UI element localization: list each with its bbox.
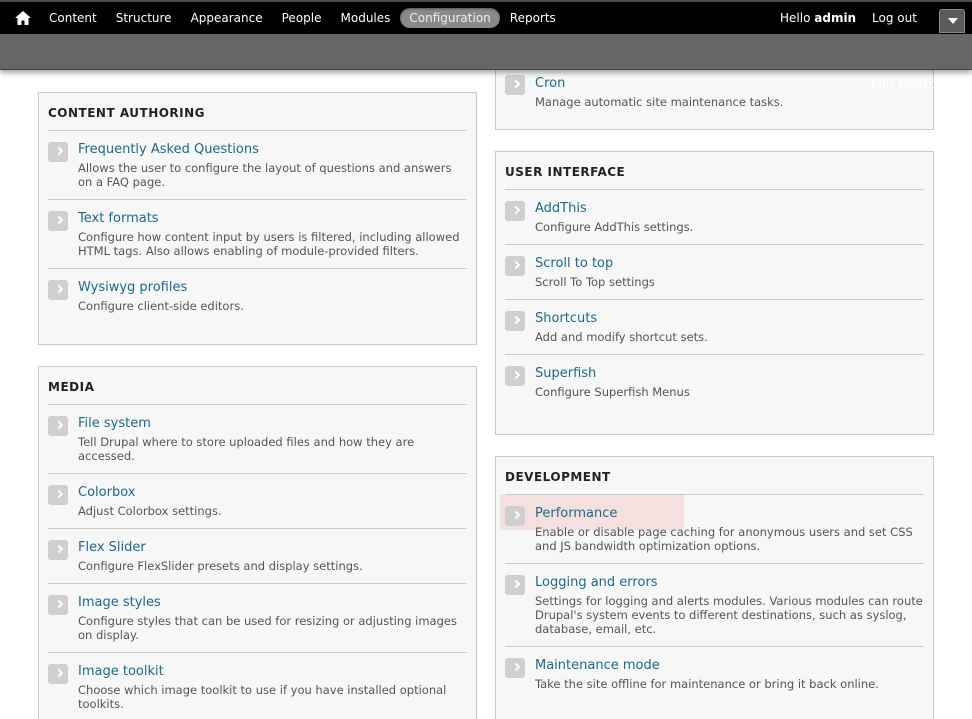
item-description: Configure FlexSlider presets and display…	[78, 559, 363, 573]
arrow-right-icon[interactable]	[505, 506, 525, 526]
arrow-right-icon[interactable]	[48, 664, 68, 684]
panel-title: USER INTERFACE	[505, 164, 924, 190]
hello-text: Hello admin	[780, 11, 856, 25]
panel-title: CONTENT AUTHORING	[48, 105, 467, 131]
logout-link[interactable]: Log out	[872, 11, 917, 25]
menu-reports[interactable]: Reports	[501, 8, 565, 28]
arrow-right-icon[interactable]	[48, 142, 68, 162]
list-item: Logging and errors Settings for logging …	[505, 564, 924, 647]
item-description: Scroll To Top settings	[535, 275, 655, 289]
item-description: Adjust Colorbox settings.	[78, 504, 222, 518]
toolbar-menu: Content Structure Appearance People Modu…	[40, 2, 566, 34]
arrow-right-icon[interactable]	[505, 658, 525, 678]
arrow-right-icon[interactable]	[48, 595, 68, 615]
item-description: Configure how content input by users is …	[78, 230, 460, 258]
item-link-maintenance-mode[interactable]: Maintenance mode	[535, 658, 924, 674]
arrow-right-icon[interactable]	[48, 540, 68, 560]
arrow-right-icon[interactable]	[505, 256, 525, 276]
item-link-scroll-to-top[interactable]: Scroll to top	[535, 256, 924, 272]
home-icon[interactable]	[14, 10, 32, 26]
item-description: Settings for logging and alerts modules.…	[535, 594, 923, 636]
shortcuts-bar: Add content Find content Edit shortcuts	[0, 34, 972, 91]
item-link-image-toolkit[interactable]: Image toolkit	[78, 664, 467, 680]
list-item: File system Tell Drupal where to store u…	[48, 405, 467, 474]
item-link-shortcuts[interactable]: Shortcuts	[535, 311, 924, 327]
item-link-logging-and-errors[interactable]: Logging and errors	[535, 575, 924, 591]
item-description: Configure AddThis settings.	[535, 220, 694, 234]
list-item: Cron Manage automatic site maintenance t…	[505, 70, 924, 119]
panel-title: DEVELOPMENT	[505, 469, 924, 495]
arrow-right-icon[interactable]	[48, 485, 68, 505]
item-description: Take the site offline for maintenance or…	[535, 677, 879, 691]
arrow-right-icon[interactable]	[505, 575, 525, 595]
menu-structure[interactable]: Structure	[107, 8, 181, 28]
menu-configuration[interactable]: Configuration	[400, 8, 500, 28]
item-description: Configure styles that can be used for re…	[78, 614, 457, 642]
list-item: Shortcuts Add and modify shortcut sets.	[505, 300, 924, 355]
item-link-superfish[interactable]: Superfish	[535, 366, 924, 382]
panel-title: MEDIA	[48, 379, 467, 405]
menu-appearance[interactable]: Appearance	[182, 8, 272, 28]
list-item: Text formats Configure how content input…	[48, 200, 467, 269]
toolbar-menu-bar: Content Structure Appearance People Modu…	[0, 0, 972, 34]
list-item: Wysiwyg profiles Configure client-side e…	[48, 269, 467, 323]
shortcut-find-content[interactable]: Find content	[108, 77, 182, 91]
arrow-right-icon[interactable]	[505, 75, 525, 95]
list-item: Flex Slider Configure FlexSlider presets…	[48, 529, 467, 584]
list-item: Image toolkit Choose which image toolkit…	[48, 653, 467, 719]
item-link-image-styles[interactable]: Image styles	[78, 595, 467, 611]
panel-user-interface: USER INTERFACE AddThis Configure AddThis…	[495, 151, 934, 435]
item-description: Configure Superfish Menus	[535, 385, 690, 399]
list-item: Image styles Configure styles that can b…	[48, 584, 467, 653]
list-item: Performance Enable or disable page cachi…	[500, 495, 924, 564]
hello-prefix: Hello	[780, 11, 811, 25]
shortcuts-toggle-button[interactable]	[939, 9, 965, 33]
item-link-file-system[interactable]: File system	[78, 416, 467, 432]
item-link-faq[interactable]: Frequently Asked Questions	[78, 142, 467, 158]
list-item: AddThis Configure AddThis settings.	[505, 190, 924, 245]
arrow-right-icon[interactable]	[48, 416, 68, 436]
item-link-addthis[interactable]: AddThis	[535, 201, 924, 217]
list-item: Superfish Configure Superfish Menus	[505, 355, 924, 409]
item-description: Add and modify shortcut sets.	[535, 330, 708, 344]
item-description: Choose which image toolkit to use if you…	[78, 683, 447, 711]
item-link-cron[interactable]: Cron	[535, 76, 924, 92]
list-item: Maintenance mode Take the site offline f…	[505, 647, 924, 701]
edit-shortcuts-link[interactable]: Edit shortcuts	[871, 77, 954, 91]
panel-development: DEVELOPMENT Performance Enable or disabl…	[495, 456, 934, 719]
chevron-down-icon	[948, 18, 958, 24]
arrow-right-icon[interactable]	[505, 201, 525, 221]
item-link-wysiwyg-profiles[interactable]: Wysiwyg profiles	[78, 280, 467, 296]
item-link-text-formats[interactable]: Text formats	[78, 211, 467, 227]
list-item: Colorbox Adjust Colorbox settings.	[48, 474, 467, 529]
menu-people[interactable]: People	[273, 8, 331, 28]
item-description: Allows the user to configure the layout …	[78, 161, 452, 189]
shortcut-add-content[interactable]: Add content	[18, 77, 91, 91]
panel-content-authoring: CONTENT AUTHORING Frequently Asked Quest…	[38, 92, 477, 345]
list-item: Frequently Asked Questions Allows the us…	[48, 131, 467, 200]
item-link-flex-slider[interactable]: Flex Slider	[78, 540, 467, 556]
item-link-colorbox[interactable]: Colorbox	[78, 485, 467, 501]
item-description: Tell Drupal where to store uploaded file…	[78, 435, 415, 463]
item-link-performance[interactable]: Performance	[535, 506, 924, 522]
arrow-right-icon[interactable]	[48, 211, 68, 231]
panel-media: MEDIA File system Tell Drupal where to s…	[38, 366, 477, 719]
arrow-right-icon[interactable]	[505, 311, 525, 331]
item-description: Configure client-side editors.	[78, 299, 244, 313]
username[interactable]: admin	[814, 11, 856, 25]
menu-content[interactable]: Content	[40, 8, 106, 28]
admin-toolbar: Content Structure Appearance People Modu…	[0, 0, 972, 91]
user-greeting: Hello admin	[780, 11, 856, 25]
arrow-right-icon[interactable]	[505, 366, 525, 386]
menu-modules[interactable]: Modules	[332, 8, 400, 28]
list-item: Scroll to top Scroll To Top settings	[505, 245, 924, 300]
arrow-right-icon[interactable]	[48, 280, 68, 300]
shortcut-list: Add content Find content	[18, 77, 199, 91]
item-description: Manage automatic site maintenance tasks.	[535, 95, 784, 109]
item-description: Enable or disable page caching for anony…	[535, 525, 913, 553]
